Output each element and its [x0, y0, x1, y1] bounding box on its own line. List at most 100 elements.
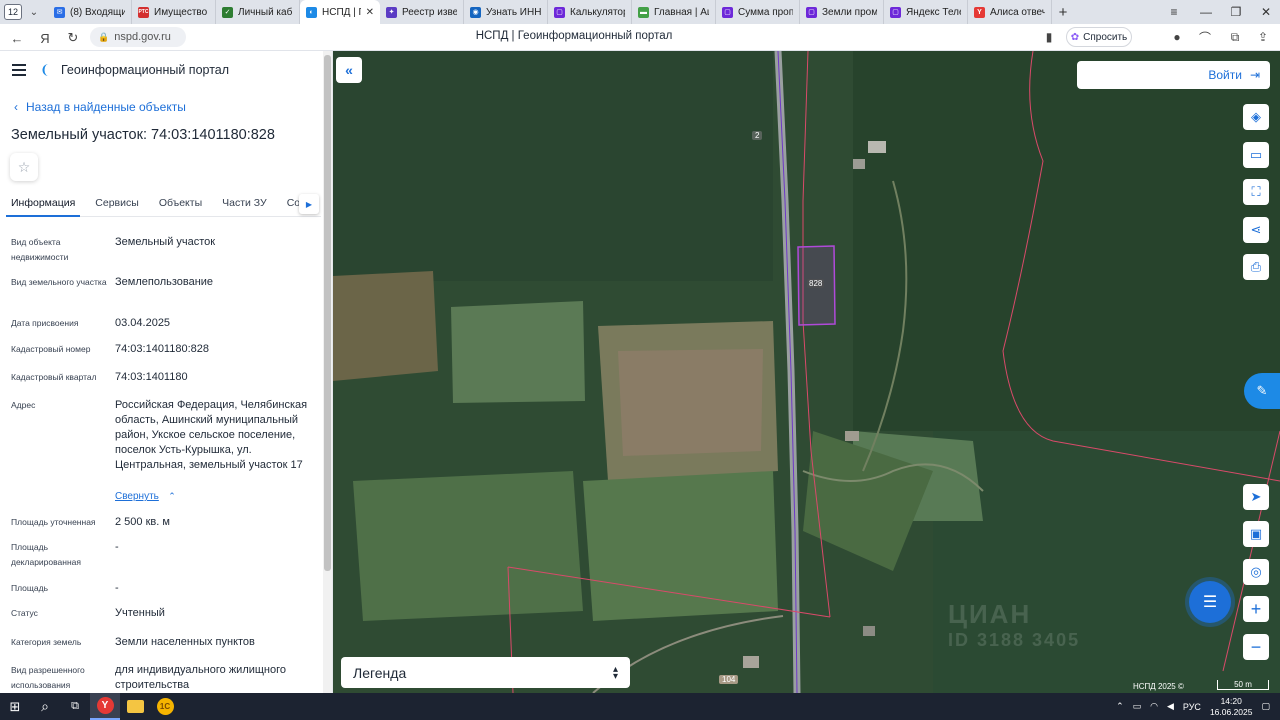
browser-tab[interactable]: ✉ (8) Входящие [48, 0, 132, 24]
zoom-in-icon[interactable]: + [1243, 596, 1269, 622]
tab-label: (8) Входящие [70, 6, 125, 18]
attr-value: - [115, 541, 119, 553]
browser-tab[interactable]: ▢ Калькулятор [548, 0, 632, 24]
collapse-toggle[interactable]: Свернуть ⌃ [115, 488, 176, 504]
attr-key: Кадастровый номер [11, 344, 91, 354]
minimap-icon[interactable]: ▣ [1243, 521, 1269, 547]
search-location-icon[interactable]: ◎ [1243, 559, 1269, 585]
geolocation-icon[interactable]: ➤ [1243, 484, 1269, 510]
browser-tab-strip: 12 ⌄ ✉ (8) Входящие РТС Имущество ✓ Личный ка… [0, 0, 1280, 24]
browser-tab[interactable]: ▢ Земли промышленности [800, 0, 884, 24]
file-explorer-icon[interactable] [120, 693, 150, 720]
new-tab-button[interactable]: + [1052, 3, 1074, 21]
info-tabs: Информация Сервисы Объекты Части ЗУ Сост… [6, 193, 321, 217]
watermark-line: ID 3188 3405 [948, 630, 1081, 650]
notifications-icon[interactable]: ▢ [1261, 701, 1270, 712]
tab-information[interactable]: Информация [6, 193, 81, 217]
network-icon[interactable]: ▭ [1133, 701, 1142, 712]
volume-icon[interactable]: ◀ [1167, 701, 1174, 712]
tab-label: Сумма прописью [738, 6, 793, 18]
tab-close-icon[interactable]: ✕ [366, 7, 374, 18]
print-icon[interactable]: ⎙ [1243, 254, 1269, 280]
object-title: Земельный участок: 74:03:1401180:828 [11, 127, 275, 143]
tab-label: Реестр извещений [402, 6, 457, 18]
panel-scrollbar[interactable] [323, 51, 332, 693]
tab-count-badge[interactable]: 12 [4, 4, 22, 20]
attr-value: Землепользование [115, 276, 214, 288]
tab-list: ✉ (8) Входящие РТС Имущество ✓ Личный кабинет… [48, 0, 1052, 24]
language-indicator[interactable]: РУС [1183, 702, 1201, 712]
back-label: Назад в найденные объекты [26, 100, 186, 114]
attr-key: Вид земельного участка [11, 277, 107, 287]
browser-tab[interactable]: ◉ Узнать ИНН [464, 0, 548, 24]
share-icon[interactable]: ⇪ [1252, 27, 1274, 47]
tab-parts[interactable]: Части ЗУ [222, 193, 267, 217]
attr-value: для индивидуального жилищного строительс… [115, 664, 287, 691]
back-to-results-link[interactable]: ‹ Назад в найденные объекты [14, 100, 186, 114]
zoom-out-icon[interactable]: − [1243, 634, 1269, 660]
bookmark-icon[interactable]: ▮ [1038, 27, 1060, 47]
search-icon[interactable]: ⌕ [30, 693, 60, 720]
ruler-icon[interactable]: ▭ [1243, 142, 1269, 168]
select-area-icon[interactable]: ⛶ [1243, 179, 1269, 205]
ask-alice-button[interactable]: ✿ Спросить [1066, 27, 1132, 47]
browser-tab[interactable]: ✓ Личный кабинет [216, 0, 300, 24]
layers-icon[interactable]: ◈ [1243, 104, 1269, 130]
browser-tab[interactable]: РТС Имущество [132, 0, 216, 24]
task-view-icon[interactable]: ⧉ [60, 693, 90, 720]
tray-chevron-icon[interactable]: ⌃ [1116, 701, 1124, 712]
browser-tab[interactable]: ▢ Сумма прописью [716, 0, 800, 24]
clock[interactable]: 14:20 16.06.2025 [1210, 696, 1253, 718]
app-taskbar-icon[interactable]: 1C [150, 693, 180, 720]
downloads-icon[interactable]: ⌒ [1194, 27, 1216, 47]
favorite-star-icon[interactable]: ☆ [10, 153, 38, 181]
app-logo-icon: 1C [156, 698, 174, 715]
share-icon[interactable]: ⋖ [1243, 217, 1269, 243]
watermark-text: ЦИАН ID 3188 3405 [948, 599, 1080, 651]
browser-tab[interactable]: ◐ НСПД | Геоинформационный портал ✕ [300, 0, 380, 24]
chevron-left-icon: ‹ [14, 100, 18, 114]
extensions-icon[interactable]: ⧉ [1224, 27, 1246, 47]
tab-services[interactable]: Сервисы [95, 193, 139, 217]
chevron-up-icon: ⌃ [168, 491, 176, 501]
attr-value: 74:03:1401180 [115, 371, 188, 383]
browser-tab[interactable]: Y Алиса отвечает [968, 0, 1052, 24]
tab-label: Яндекс Телемост [906, 6, 961, 18]
collapse-link[interactable]: Свернуть [115, 491, 159, 502]
tab-label: Калькулятор [570, 6, 625, 18]
login-button[interactable]: Войти ⇥ [1077, 61, 1270, 89]
browser-tab[interactable]: ✦ Реестр извещений [380, 0, 464, 24]
menu-icon[interactable]: ≡ [1160, 0, 1188, 24]
alice-icon: ✿ [1070, 31, 1080, 43]
object-info-panel: Геоинформационный портал ‹ Назад в найде… [0, 51, 333, 693]
attr-value: 2 500 кв. м [115, 516, 170, 528]
attr-key: Площадь декларированная [11, 542, 81, 567]
close-window-icon[interactable]: ✕ [1252, 0, 1280, 24]
tab-favicon-icon: ◉ [470, 6, 481, 18]
panel-scroll-thumb[interactable] [324, 55, 331, 571]
assistant-badge-icon[interactable]: ✎ [1244, 373, 1280, 409]
tab-objects[interactable]: Объекты [159, 193, 202, 217]
collapse-panel-icon[interactable]: « [336, 57, 362, 83]
chat-icon[interactable]: ☰ [1189, 581, 1231, 623]
tab-favicon-icon: ✉ [54, 6, 65, 18]
tab-label: НСПД | Геоинформационный портал [322, 6, 361, 18]
satellite-map[interactable]: 2 104 828 ЦИАН ID 3188 3405 « Войти ⇥ ◈ … [333, 51, 1280, 693]
browser-tab[interactable]: ▬ Главная | Ашинский [632, 0, 716, 24]
attr-key: Вид объекта недвижимости [11, 237, 69, 262]
browser-tab[interactable]: ▢ Яндекс Телемост [884, 0, 968, 24]
windows-start-icon[interactable]: ⊞ [0, 693, 30, 720]
parcel-number-label[interactable]: 828 [807, 279, 825, 288]
tabs-dropdown-icon[interactable]: ⌄ [26, 7, 42, 18]
restore-icon[interactable]: ❐ [1222, 0, 1250, 24]
satellite-imagery [333, 51, 1280, 693]
map-attribution: НСПД 2025 © [1133, 682, 1184, 691]
tab-favicon-icon: ✓ [222, 6, 233, 18]
tabs-scroll-right-icon[interactable]: ▶ [299, 194, 319, 214]
legend-select[interactable]: Легенда ▴ ▾ [341, 657, 630, 688]
menu-burger-icon[interactable] [12, 64, 26, 76]
yandex-browser-taskbar-icon[interactable]: Y [90, 693, 120, 720]
minimize-icon[interactable]: — [1192, 0, 1220, 24]
profile-icon[interactable]: ● [1166, 27, 1188, 47]
wifi-icon[interactable]: ◠ [1150, 701, 1158, 712]
